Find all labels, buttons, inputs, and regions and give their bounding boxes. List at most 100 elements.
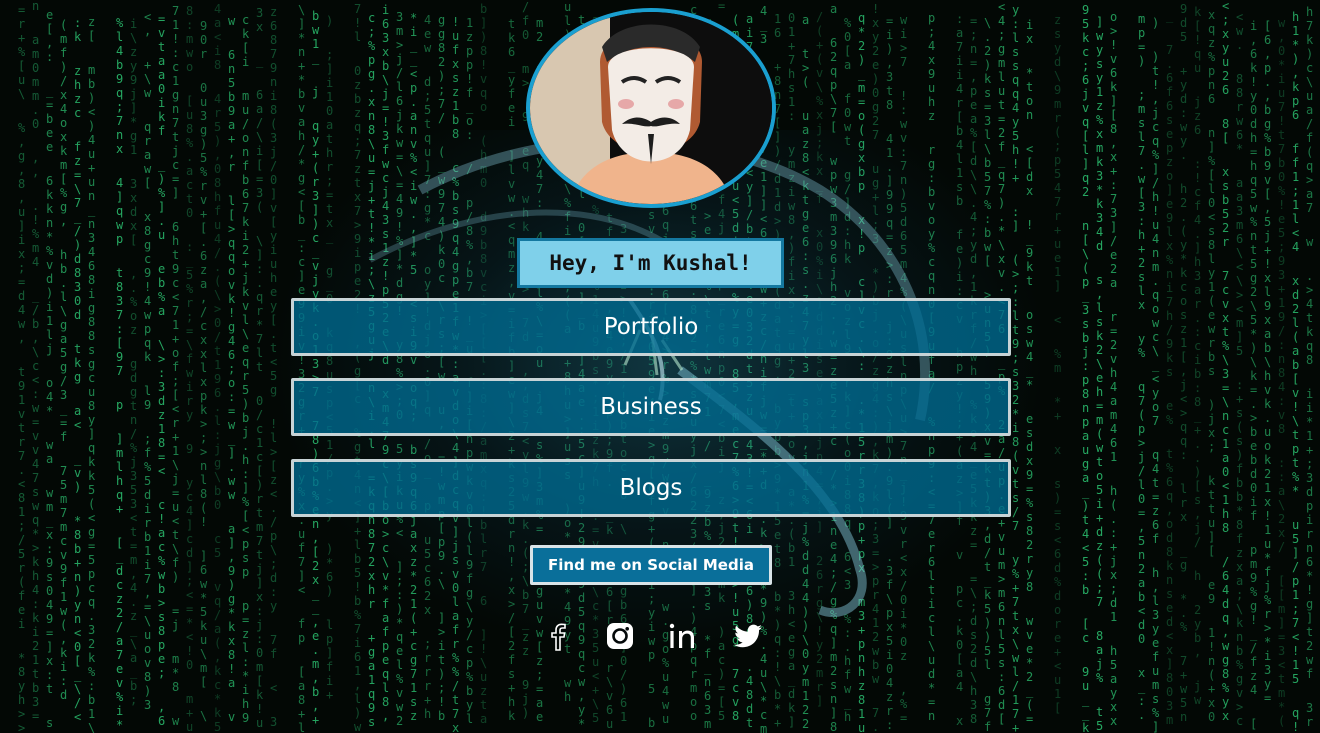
svg-text:h: h	[1138, 228, 1145, 242]
portfolio-button[interactable]: Portfolio	[291, 298, 1011, 356]
svg-text:5: 5	[718, 709, 725, 723]
svg-text:o: o	[46, 376, 53, 390]
svg-text:<: <	[1054, 313, 1061, 327]
svg-text:<: <	[130, 511, 137, 525]
instagram-icon[interactable]	[600, 616, 640, 656]
svg-text:q: q	[1194, 47, 1201, 61]
svg-text:b: b	[1082, 331, 1089, 345]
svg-text:9: 9	[1180, 2, 1187, 16]
svg-text:m: m	[46, 500, 53, 514]
svg-text:j: j	[312, 85, 319, 99]
svg-text:k: k	[88, 469, 96, 483]
svg-text:m: m	[200, 661, 207, 675]
svg-text:;: ;	[144, 432, 151, 446]
svg-text:[: [	[242, 509, 249, 523]
svg-text:[: [	[718, 695, 725, 709]
svg-text:c: c	[214, 678, 221, 692]
svg-text:a: a	[1096, 643, 1103, 657]
svg-text:e: e	[46, 126, 53, 140]
svg-text:.: .	[1194, 451, 1201, 465]
svg-text:]: ]	[326, 646, 333, 660]
svg-text:i: i	[956, 68, 963, 82]
svg-text:<: <	[1138, 604, 1145, 618]
svg-text:5: 5	[1082, 555, 1089, 569]
svg-text:6: 6	[158, 714, 165, 728]
svg-text:z: z	[158, 408, 165, 422]
svg-text:,: ,	[1292, 66, 1299, 80]
svg-text:i: i	[382, 3, 389, 17]
svg-text:7: 7	[256, 332, 263, 346]
blogs-button[interactable]: Blogs	[291, 459, 1011, 517]
svg-text:*: *	[1250, 327, 1257, 341]
svg-text:=: =	[718, 681, 725, 695]
svg-text:o: o	[1110, 10, 1117, 24]
svg-text:2: 2	[88, 637, 95, 651]
svg-text:x: x	[46, 528, 53, 542]
svg-text:5: 5	[18, 547, 25, 561]
svg-text:x: x	[1236, 560, 1243, 574]
svg-text:2: 2	[1110, 262, 1117, 276]
svg-text:w: w	[354, 720, 362, 733]
svg-text:%: %	[1250, 215, 1258, 229]
svg-text:d: d	[1180, 16, 1187, 30]
svg-text:j: j	[1180, 378, 1187, 392]
twitter-icon[interactable]	[728, 616, 768, 656]
svg-text:[: [	[1082, 233, 1089, 247]
svg-text:!: !	[228, 306, 235, 320]
svg-text:]: ]	[480, 16, 487, 30]
svg-text:z: z	[130, 609, 137, 623]
svg-text:m: m	[32, 89, 39, 103]
svg-text:p: p	[242, 537, 249, 551]
svg-text:b: b	[1236, 476, 1243, 490]
svg-text:q: q	[88, 441, 95, 455]
svg-text:\: \	[774, 674, 781, 688]
svg-text:a: a	[116, 634, 123, 648]
svg-text:q: q	[1152, 448, 1159, 462]
linkedin-icon[interactable]	[664, 616, 704, 656]
svg-text:,: ,	[578, 689, 585, 703]
svg-text:7: 7	[872, 706, 879, 720]
svg-text:n: n	[32, 0, 39, 13]
svg-text:8: 8	[18, 665, 25, 679]
svg-text:t: t	[130, 525, 137, 539]
svg-text:!: !	[144, 280, 151, 294]
svg-text:%: %	[1152, 148, 1160, 162]
svg-text:): )	[242, 397, 249, 411]
svg-text:8: 8	[1236, 86, 1243, 100]
svg-text:j: j	[1264, 579, 1271, 593]
svg-text:k: k	[1306, 33, 1314, 47]
svg-text:<: <	[1292, 630, 1299, 644]
svg-text:g: g	[438, 27, 445, 41]
business-button[interactable]: Business	[291, 378, 1011, 436]
svg-text:): )	[354, 706, 361, 720]
svg-text:r: r	[1194, 297, 1201, 311]
svg-text:4: 4	[1250, 683, 1257, 697]
svg-text:k: k	[1264, 453, 1272, 467]
svg-text:): )	[326, 14, 333, 28]
svg-text:y: y	[186, 476, 193, 490]
svg-text:,: ,	[200, 291, 207, 305]
svg-text:d: d	[970, 656, 977, 670]
social-media-button[interactable]: Find me on Social Media	[530, 545, 772, 585]
svg-text:u: u	[144, 628, 151, 642]
svg-text:=: =	[984, 100, 991, 114]
svg-text:m: m	[32, 241, 39, 255]
svg-text:p: p	[368, 53, 375, 67]
svg-text:g: g	[88, 357, 95, 371]
svg-text:;: ;	[1222, 13, 1229, 27]
svg-text:;: ;	[158, 666, 165, 680]
svg-text:a: a	[214, 622, 221, 636]
facebook-icon[interactable]	[538, 616, 578, 656]
svg-text:y: y	[1208, 266, 1215, 280]
svg-text:f: f	[466, 86, 473, 100]
svg-text:u: u	[1082, 443, 1089, 457]
svg-text:3: 3	[984, 114, 991, 128]
svg-text:r: r	[690, 667, 697, 681]
svg-text:e: e	[1096, 371, 1103, 385]
svg-text:t: t	[1278, 672, 1285, 686]
svg-text:*: *	[1278, 700, 1285, 714]
svg-text:t: t	[172, 528, 179, 542]
svg-text:4: 4	[32, 583, 39, 597]
svg-text:7: 7	[172, 304, 179, 318]
svg-text:l: l	[1152, 594, 1159, 608]
